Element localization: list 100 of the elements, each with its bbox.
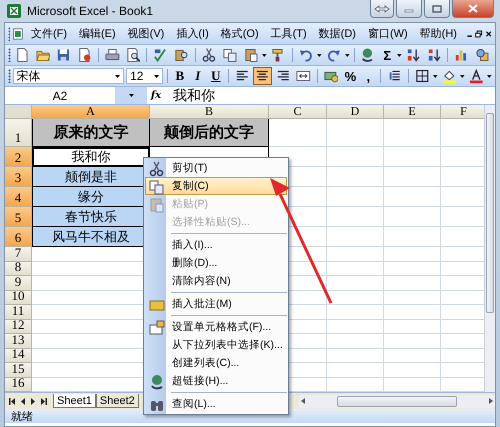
column-header[interactable]: A xyxy=(32,105,150,119)
table-cell xyxy=(327,262,384,276)
last-sheet-icon[interactable] xyxy=(41,398,47,404)
formula-field[interactable]: 我和你 xyxy=(165,86,495,104)
row-header[interactable]: 2 xyxy=(5,147,32,167)
column-header[interactable]: B xyxy=(150,105,269,119)
row-header[interactable]: 7 xyxy=(5,247,32,262)
column-header[interactable]: D xyxy=(327,105,384,119)
sheet-tab[interactable]: Sheet2 xyxy=(96,394,139,408)
caret-icon[interactable] xyxy=(460,74,465,78)
previous-sheet-icon[interactable] xyxy=(21,398,25,404)
bold-button[interactable]: B xyxy=(172,67,188,85)
menu-item[interactable]: 窗口(W) xyxy=(362,26,413,41)
caret-icon[interactable] xyxy=(397,54,402,56)
close-icon[interactable] xyxy=(484,28,492,38)
table-cell xyxy=(384,276,441,290)
restore-arrows-button[interactable] xyxy=(370,0,394,18)
row-header[interactable]: 3 xyxy=(5,167,32,187)
caret-icon[interactable] xyxy=(262,54,267,56)
align-center-button[interactable] xyxy=(253,67,272,85)
table-cell xyxy=(327,320,384,334)
comma-button[interactable]: , xyxy=(360,67,376,85)
copy-icon xyxy=(222,47,238,63)
table-cell: 我和你 xyxy=(32,147,150,167)
menu-item[interactable]: 插入批注(M) xyxy=(145,295,287,313)
table-cell xyxy=(327,147,384,167)
first-sheet-icon[interactable] xyxy=(9,398,15,404)
paste-icon xyxy=(244,47,258,63)
row-header[interactable]: 13 xyxy=(5,334,32,348)
menu-item[interactable]: 删除(D)... xyxy=(145,254,287,272)
document-icon[interactable] xyxy=(12,26,24,42)
print-preview-icon xyxy=(126,47,140,63)
font-dropdown[interactable]: 宋体 xyxy=(12,68,124,84)
function-label[interactable]: fx xyxy=(147,90,165,101)
menu-item[interactable]: 超链接(H)... xyxy=(145,372,287,390)
row-header[interactable]: 15 xyxy=(5,363,32,378)
caret-icon[interactable] xyxy=(154,74,159,78)
caret-icon[interactable] xyxy=(487,74,492,78)
table-cell xyxy=(384,320,441,334)
table-cell xyxy=(384,363,441,378)
maximize-icon xyxy=(432,4,442,12)
row-header[interactable]: 5 xyxy=(5,207,32,227)
window-title: Microsoft Excel - Book1 xyxy=(27,4,154,18)
menu-item[interactable]: 编辑(E) xyxy=(74,26,121,41)
row-header[interactable]: 9 xyxy=(5,276,32,290)
table-cell xyxy=(327,348,384,363)
menu-item[interactable]: 查阅(L)... xyxy=(145,395,287,413)
caret-icon[interactable] xyxy=(317,54,322,56)
close-button[interactable] xyxy=(452,0,494,18)
restore-icon[interactable] xyxy=(475,28,483,38)
row-header[interactable]: 6 xyxy=(5,227,32,247)
format-cells-icon xyxy=(149,320,165,336)
autosum-button[interactable]: Σ xyxy=(379,46,396,64)
underline-button[interactable]: U xyxy=(208,67,224,85)
menu-item[interactable]: 清除内容(N) xyxy=(145,272,287,290)
font-name: 宋体 xyxy=(16,68,41,84)
row-header[interactable]: 14 xyxy=(5,348,32,363)
row-header[interactable]: 11 xyxy=(5,305,32,320)
minimize-button[interactable] xyxy=(396,0,422,18)
caret-icon[interactable] xyxy=(344,54,350,56)
menu-item[interactable]: 视图(V) xyxy=(122,26,170,41)
table-cell xyxy=(327,334,384,348)
menu-item[interactable]: 设置单元格格式(F)... xyxy=(145,318,287,336)
table-cell xyxy=(384,187,441,207)
row-header[interactable]: 10 xyxy=(5,290,32,305)
row-header[interactable]: 16 xyxy=(5,378,32,392)
maximize-button[interactable] xyxy=(424,0,450,18)
scroll-right-icon[interactable] xyxy=(487,397,495,405)
font-size-dropdown[interactable]: 12 xyxy=(126,68,163,84)
font-size-value: 12 xyxy=(130,69,144,83)
menu-item[interactable]: 复制(C) xyxy=(145,177,287,195)
table-cell xyxy=(384,290,441,305)
next-sheet-icon[interactable] xyxy=(31,398,35,404)
column-header[interactable]: C xyxy=(269,105,327,119)
menu-item[interactable]: 创建列表(C)... xyxy=(145,354,287,372)
row-header[interactable]: 1 xyxy=(5,119,32,147)
scroll-left-icon[interactable] xyxy=(299,397,307,405)
caret-icon[interactable] xyxy=(433,74,438,78)
horizontal-scrollbar[interactable] xyxy=(299,394,495,408)
percent-button[interactable]: % xyxy=(342,67,358,85)
menu-item[interactable]: 插入(I) xyxy=(171,26,214,41)
caret-icon[interactable] xyxy=(128,94,134,97)
globe-icon xyxy=(149,374,165,390)
borders-icon xyxy=(414,68,430,84)
table-cell xyxy=(384,247,441,262)
menu-item[interactable]: 数据(D) xyxy=(314,26,361,41)
vertical-scrollbar[interactable] xyxy=(484,105,495,392)
column-header[interactable]: E xyxy=(384,105,441,119)
menu-item[interactable]: 从下拉列表中选择(K)... xyxy=(145,336,287,354)
column-header[interactable]: F xyxy=(441,105,484,119)
row-header[interactable]: 4 xyxy=(5,187,32,207)
row-header[interactable]: 12 xyxy=(5,320,32,334)
menu-item[interactable]: 格式(O) xyxy=(216,26,264,41)
row-header[interactable]: 8 xyxy=(5,262,32,276)
menu-item[interactable]: 工具(T) xyxy=(266,26,312,41)
italic-button[interactable]: I xyxy=(190,67,206,85)
menu-item[interactable]: 帮助(H) xyxy=(414,26,462,41)
caret-icon[interactable] xyxy=(115,74,120,78)
sheet-tab[interactable]: Sheet1 xyxy=(53,394,96,408)
menu-item[interactable]: 文件(F) xyxy=(26,26,72,41)
